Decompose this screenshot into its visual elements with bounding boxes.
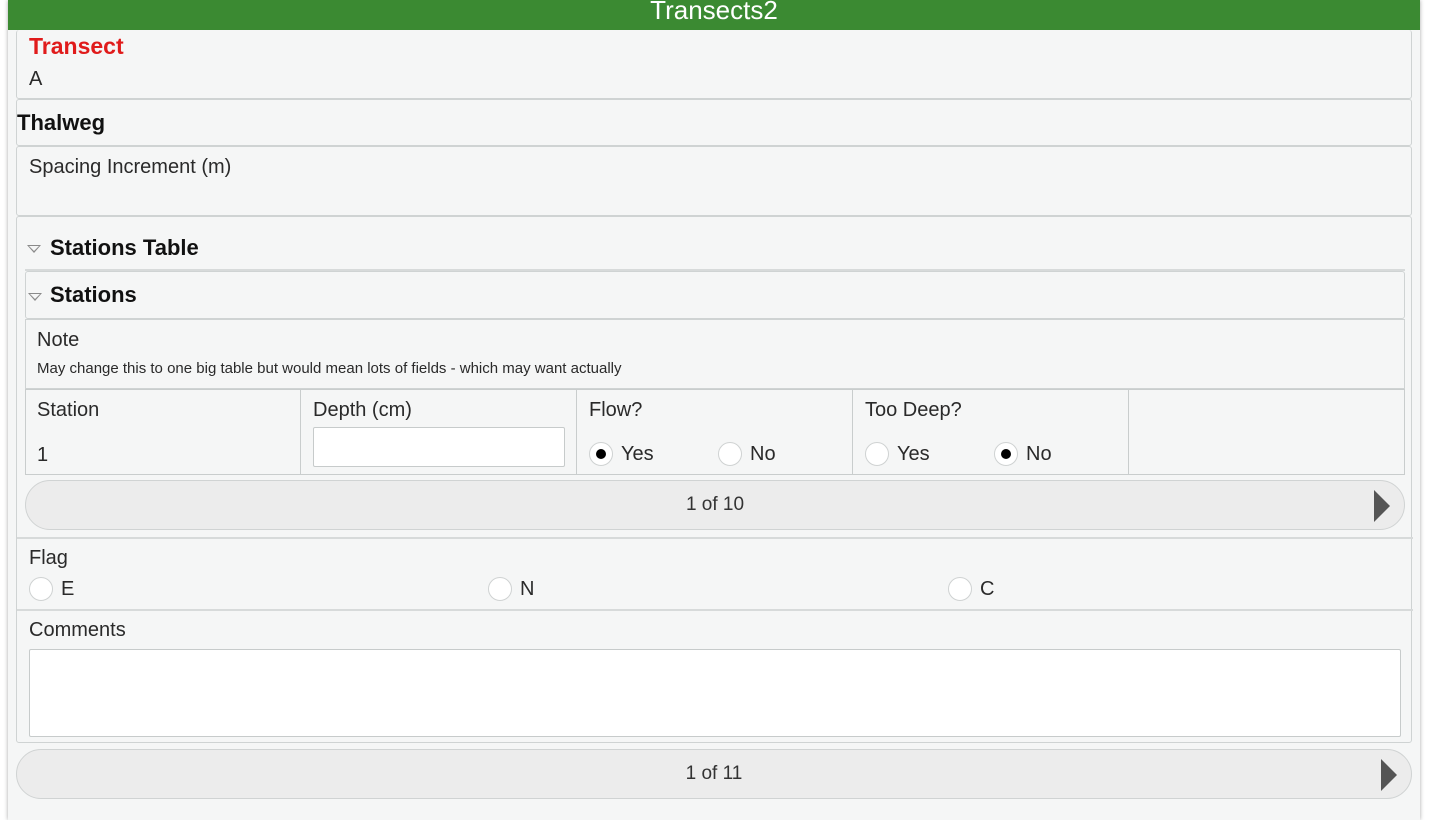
survey-form-window: Transects2 Transect A Thalweg Spacing In… xyxy=(8,0,1420,820)
too-deep-label: Too Deep? xyxy=(865,399,962,421)
title-bar: Transects2 xyxy=(8,0,1420,30)
flag-e-label[interactable]: E xyxy=(61,578,74,601)
spacing-question: Spacing Increment (m) xyxy=(16,146,1412,216)
flag-label: Flag xyxy=(29,547,68,569)
station-label: Station xyxy=(37,399,100,421)
thalweg-heading: Thalweg xyxy=(17,110,106,135)
flag-n-radio[interactable] xyxy=(488,577,512,601)
depth-input[interactable] xyxy=(313,427,565,467)
depth-cell: Depth (cm) xyxy=(300,389,577,475)
main-pager[interactable]: 1 of 11 xyxy=(16,749,1412,799)
stations-table-group: Stations Table Stations Note May change … xyxy=(16,216,1413,743)
flow-cell: Flow? Yes No xyxy=(576,389,853,475)
stations-table-heading[interactable]: Stations Table xyxy=(50,235,199,261)
empty-cell xyxy=(1128,389,1405,475)
transect-label: Transect xyxy=(29,33,124,59)
too-deep-cell: Too Deep? Yes No xyxy=(852,389,1129,475)
too-deep-yes-radio[interactable] xyxy=(865,442,889,466)
flag-divider xyxy=(17,609,1413,611)
too-deep-no-radio[interactable] xyxy=(994,442,1018,466)
main-pager-text: 1 of 11 xyxy=(685,763,743,784)
station-value: 1 xyxy=(37,444,49,466)
flag-e-radio[interactable] xyxy=(29,577,53,601)
note-text: May change this to one big table but wou… xyxy=(37,360,622,377)
transect-value[interactable]: A xyxy=(29,68,42,91)
too-deep-no-label[interactable]: No xyxy=(1026,443,1052,466)
window-title: Transects2 xyxy=(650,0,778,25)
stations-pager-text: 1 of 10 xyxy=(685,494,745,515)
comments-label: Comments xyxy=(29,619,126,641)
flow-label: Flow? xyxy=(589,399,643,421)
too-deep-yes-label[interactable]: Yes xyxy=(897,443,930,466)
comments-input[interactable] xyxy=(29,649,1401,737)
stations-next-icon[interactable] xyxy=(1374,490,1390,522)
collapse-stations-table-icon[interactable] xyxy=(27,245,41,253)
stations-heading[interactable]: Stations xyxy=(50,282,137,308)
collapse-stations-icon[interactable] xyxy=(28,293,42,301)
stations-pager[interactable]: 1 of 10 xyxy=(25,480,1405,530)
thalweg-group: Thalweg xyxy=(16,99,1412,146)
stations-repeat: Stations xyxy=(25,271,1405,319)
flag-c-label[interactable]: C xyxy=(980,578,994,601)
transect-question: Transect A xyxy=(16,30,1412,99)
spacing-label: Spacing Increment (m) xyxy=(29,156,232,178)
flow-yes-radio[interactable] xyxy=(589,442,613,466)
stations-group-divider xyxy=(17,537,1413,539)
note-label: Note xyxy=(37,329,80,351)
depth-label: Depth (cm) xyxy=(313,399,412,421)
flag-c-radio[interactable] xyxy=(948,577,972,601)
flow-yes-label[interactable]: Yes xyxy=(621,443,654,466)
flow-no-label[interactable]: No xyxy=(750,443,776,466)
station-cell: Station 1 xyxy=(25,389,301,475)
flag-n-label[interactable]: N xyxy=(520,578,534,601)
flow-no-radio[interactable] xyxy=(718,442,742,466)
note-field: Note May change this to one big table bu… xyxy=(25,319,1405,389)
main-next-icon[interactable] xyxy=(1381,759,1397,791)
